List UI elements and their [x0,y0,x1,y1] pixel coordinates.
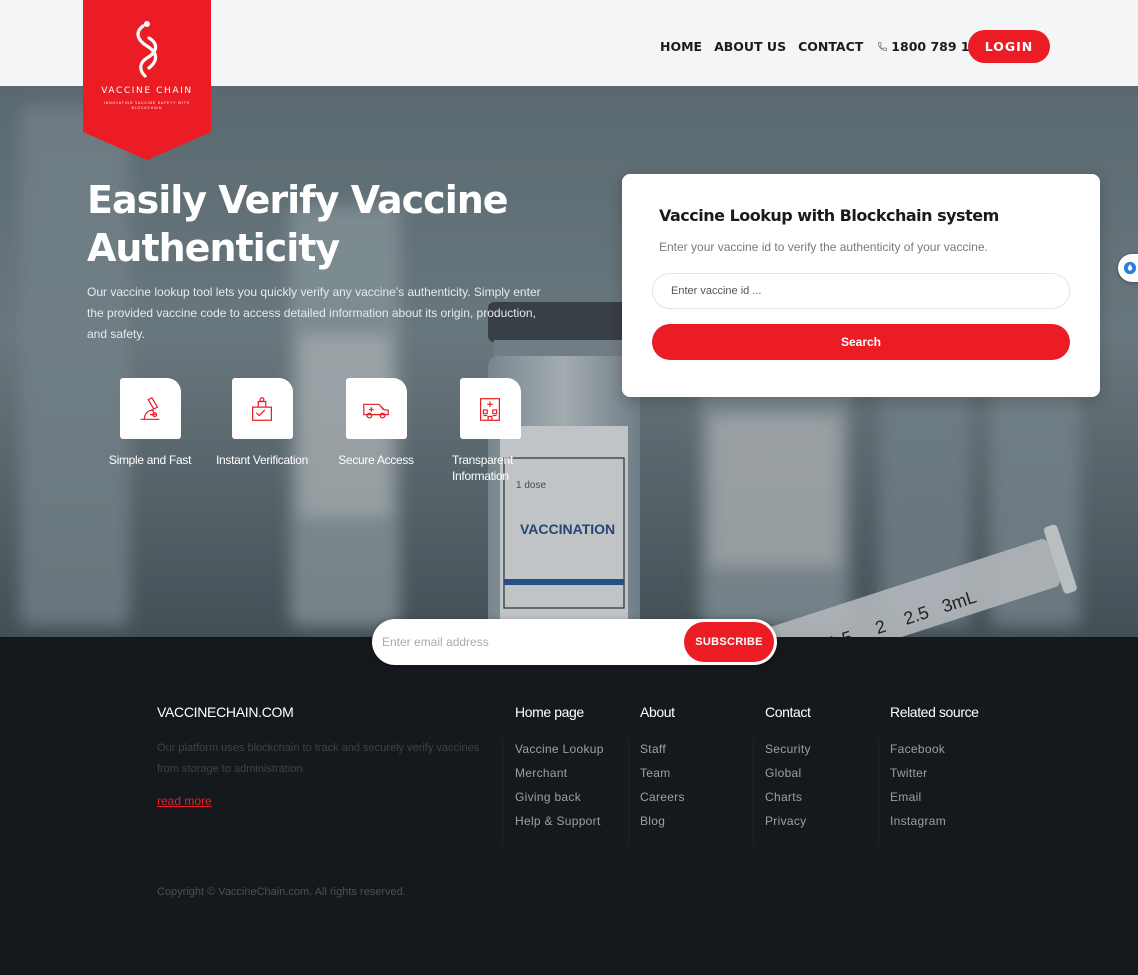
footer-link-help-support[interactable]: Help & Support [515,813,640,829]
main-nav: HOME ABOUT US CONTACT 1800 789 123 [660,30,987,62]
footer-col-related: Related source Facebook Twitter Email In… [890,704,1015,837]
footer-link-giving-back[interactable]: Giving back [515,789,640,805]
footer-col-home: Home page Vaccine Lookup Merchant Giving… [515,704,640,837]
hospital-icon [459,378,521,439]
phone-icon [878,41,888,51]
footer-link-facebook[interactable]: Facebook [890,741,1015,757]
feature-label: Simple and Fast [108,453,192,467]
feature-label: Instant Verification [215,453,309,467]
footer-brand: VACCINECHAIN.COM [157,704,294,720]
footer-link-blog[interactable]: Blog [640,813,765,829]
footer-link-global[interactable]: Global [765,765,890,781]
subscribe-bar: SUBSCRIBE [372,619,777,665]
lookup-subtitle: Enter your vaccine id to verify the auth… [659,240,988,254]
vaccine-id-input[interactable] [652,273,1070,309]
feature-transparent-information: Transparent Information [430,378,550,484]
footer-link-privacy[interactable]: Privacy [765,813,890,829]
microscope-icon [119,378,181,439]
nav-contact-link[interactable]: CONTACT [798,39,863,54]
footer-link-vaccine-lookup[interactable]: Vaccine Lookup [515,741,640,757]
nav-home-link[interactable]: HOME [660,39,702,54]
lookup-title: Vaccine Lookup with Blockchain system [659,206,999,225]
site-footer: VACCINECHAIN.COM Our platform uses block… [0,637,1138,975]
footer-link-merchant[interactable]: Merchant [515,765,640,781]
footer-col-about: About Staff Team Careers Blog [640,704,765,837]
shield-check-icon [231,378,293,439]
footer-col-title: Contact [765,704,811,720]
copyright-text: Copyright © VaccineChain.com. All rights… [157,886,406,898]
email-input[interactable] [382,627,672,657]
logo-badge [83,0,211,160]
nav-about-link[interactable]: ABOUT US [714,39,786,54]
footer-link-charts[interactable]: Charts [765,789,890,805]
droplet-icon [1123,261,1137,275]
footer-link-staff[interactable]: Staff [640,741,765,757]
read-more-link[interactable]: read more [157,794,212,808]
footer-link-email[interactable]: Email [890,789,1015,805]
footer-divider [878,737,879,847]
ambulance-icon [345,378,407,439]
hero-title: Easily Verify Vaccine Authenticity [87,178,509,270]
footer-description: Our platform uses blockchain to track an… [157,742,480,775]
footer-link-team[interactable]: Team [640,765,765,781]
search-button[interactable]: Search [652,324,1070,360]
subscribe-button[interactable]: SUBSCRIBE [684,622,774,662]
footer-divider [628,737,629,847]
feature-label: Transparent Information [452,453,513,483]
feature-simple-fast: Simple and Fast [90,378,210,468]
footer-col-title: Related source [890,704,979,720]
side-widget-tab[interactable] [1118,254,1138,282]
logo-tagline: INNOVATING VACCINE SAFETY WITH BLOCKCHAI… [104,101,190,110]
footer-col-contact: Contact Security Global Charts Privacy [765,704,890,837]
footer-link-instagram[interactable]: Instagram [890,813,1015,829]
footer-link-careers[interactable]: Careers [640,789,765,805]
footer-link-security[interactable]: Security [765,741,890,757]
footer-link-twitter[interactable]: Twitter [890,765,1015,781]
hero-description: Our vaccine lookup tool lets you quickly… [87,285,541,341]
feature-instant-verification: Instant Verification [202,378,322,468]
footer-col-title: About [640,704,675,720]
feature-label: Secure Access [338,453,414,467]
footer-divider [753,737,754,847]
logo-name: VACCINE CHAIN [101,86,193,96]
feature-secure-access: Secure Access [316,378,436,468]
brand-logo[interactable]: VACCINE CHAIN INNOVATING VACCINE SAFETY … [83,0,211,160]
footer-col-title: Home page [515,704,584,720]
login-button[interactable]: LOGIN [968,30,1050,63]
vaccine-lookup-card: Vaccine Lookup with Blockchain system En… [622,174,1100,397]
footer-divider [502,737,503,847]
